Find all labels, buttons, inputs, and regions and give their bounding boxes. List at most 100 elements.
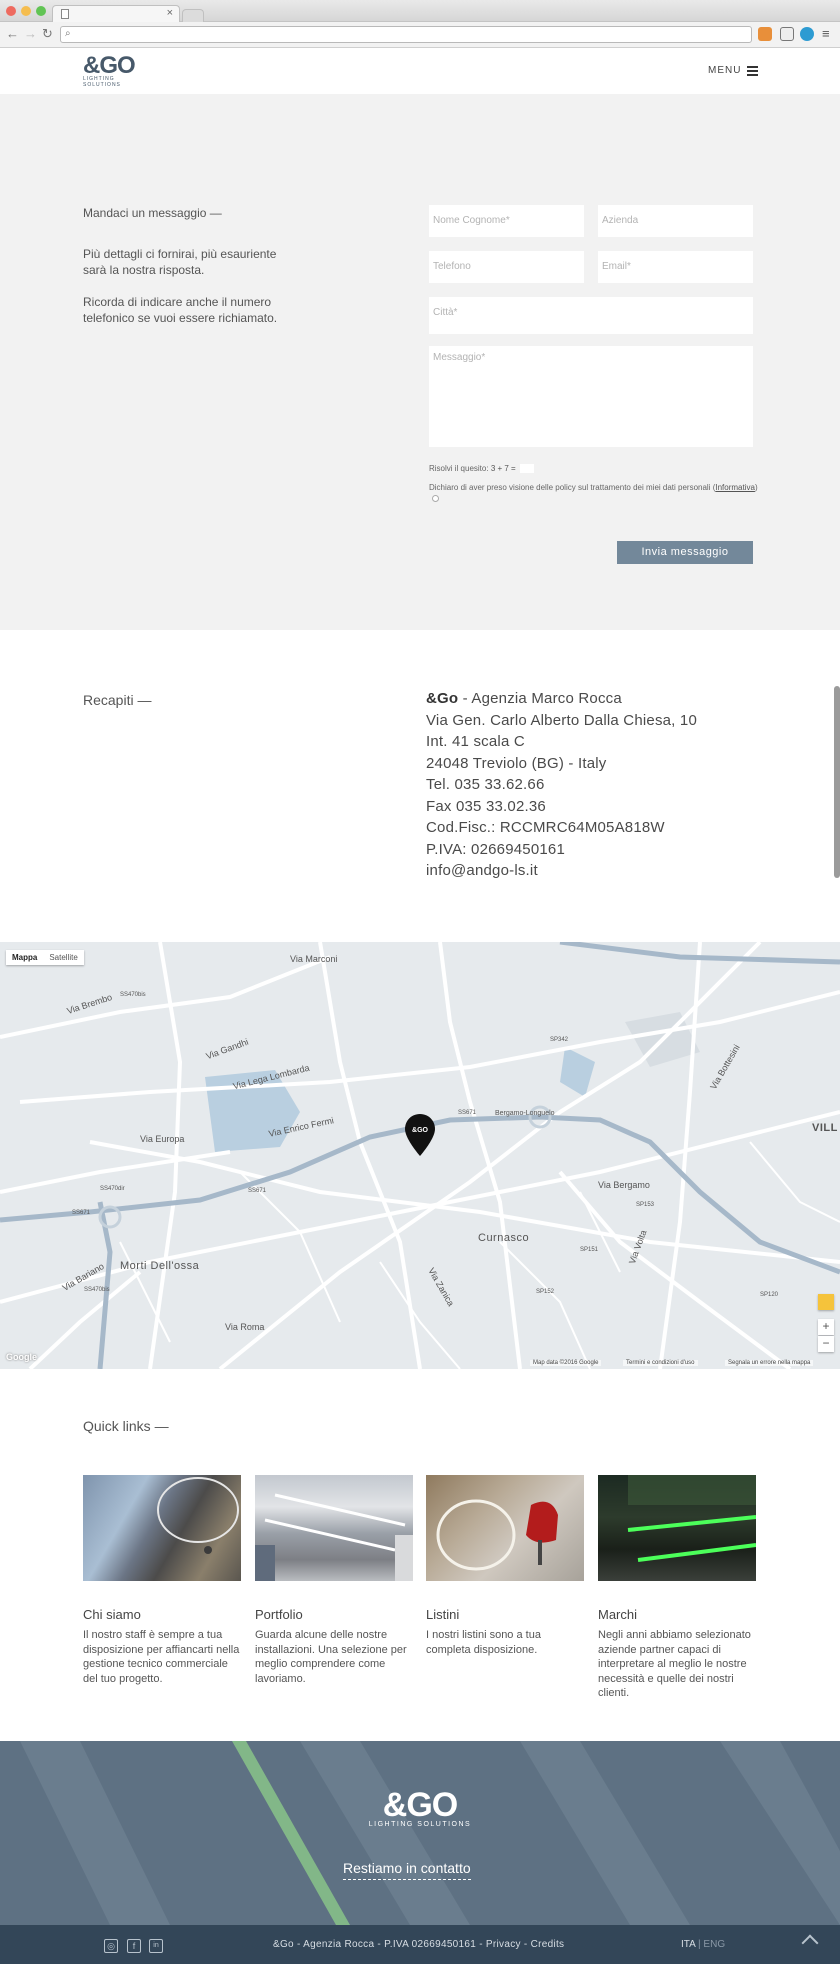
map-label: Via Bergamo	[598, 1180, 650, 1190]
marchi-image[interactable]	[598, 1475, 756, 1581]
map-report-link[interactable]: Segnala un errore nella mappa	[725, 1360, 814, 1366]
phone-number[interactable]: Tel. 035 33.62.66	[426, 774, 786, 796]
minimize-window-button[interactable]	[21, 6, 31, 16]
road-shield: SS671	[248, 1188, 267, 1194]
reload-icon[interactable]: ↻	[42, 26, 53, 42]
quick-link-name[interactable]: Portfolio	[255, 1607, 413, 1622]
zoom-out-button[interactable]: −	[818, 1336, 834, 1352]
road-shield: SS470bis	[84, 1287, 110, 1293]
vat-number: P.IVA: 02669450161	[426, 840, 566, 858]
forward-arrow-icon[interactable]: →	[24, 26, 37, 42]
chi-siamo-image[interactable]	[83, 1475, 241, 1581]
browser-menu-icon[interactable]: ≡	[822, 26, 830, 41]
form-title: Mandaci un messaggio —	[83, 206, 222, 220]
captcha-question: 3 + 7 =	[490, 464, 516, 473]
road-shield: SS671	[458, 1110, 477, 1116]
location-pin-icon[interactable]: &GO	[405, 1114, 435, 1156]
close-window-button[interactable]	[6, 6, 16, 16]
logo-wordmark: &GO	[83, 52, 136, 79]
address-bar[interactable]: ⌕	[60, 26, 752, 43]
footer-logo[interactable]: &GO LIGHTING SOLUTIONS	[365, 1786, 475, 1828]
road-shield: SP342	[550, 1037, 569, 1043]
quick-link-description: Il nostro staff è sempre a tua disposizi…	[83, 1629, 240, 1685]
map-type-map[interactable]: Mappa	[6, 950, 43, 965]
contact-us-link[interactable]: Restiamo in contatto	[343, 1860, 471, 1880]
send-message-button[interactable]: Invia messaggio	[617, 541, 753, 564]
screenshot-extension-icon[interactable]	[780, 27, 794, 41]
policy-link[interactable]: Informativa	[715, 483, 755, 492]
map-label: VILL	[812, 1122, 838, 1134]
menu-button[interactable]: MENU	[708, 65, 759, 76]
extension-icon[interactable]	[758, 27, 772, 41]
hamburger-icon	[747, 65, 759, 76]
section-scrollbar[interactable]	[834, 686, 840, 878]
back-arrow-icon[interactable]: ←	[6, 26, 19, 42]
map-type-control: Mappa Satellite	[6, 950, 84, 965]
road-shield: SP153	[636, 1202, 655, 1208]
copyright-line[interactable]: &Go - Agenzia Rocca - P.IVA 02669450161 …	[273, 1939, 564, 1950]
quick-link-description: I nostri listini sono a tua completa dis…	[426, 1629, 541, 1656]
company-field[interactable]: Azienda	[598, 205, 753, 237]
linkedin-icon[interactable]: in	[149, 1939, 163, 1953]
search-icon: ⌕	[65, 28, 71, 39]
tab-close-icon[interactable]: ×	[167, 7, 173, 19]
recapiti-title: Recapiti —	[83, 692, 152, 708]
map-type-satellite[interactable]: Satellite	[43, 950, 83, 965]
footer-background-graphic	[0, 1741, 840, 1925]
quick-link-description: Guarda alcune delle nostre installazioni…	[255, 1629, 407, 1685]
road-shield: SP120	[760, 1292, 779, 1298]
message-field[interactable]: Messaggio*	[429, 346, 753, 447]
lang-ita[interactable]: ITA	[681, 1939, 695, 1950]
svg-text:&GO: &GO	[412, 1127, 429, 1134]
brand-name: &Go	[426, 690, 459, 707]
quick-link-name[interactable]: Listini	[426, 1607, 584, 1622]
quick-link-name[interactable]: Chi siamo	[83, 1607, 241, 1622]
ring-light-chair-graphic	[436, 1499, 558, 1571]
road-shield: SP152	[536, 1289, 555, 1295]
footer-logo-wordmark: &GO	[382, 1786, 458, 1824]
map-label: Bergamo-Longuelo	[495, 1110, 555, 1117]
google-logo[interactable]: Google	[6, 1352, 37, 1362]
map-terms-link[interactable]: Termini e condizioni d'uso	[623, 1360, 698, 1366]
footer-banner: &GO LIGHTING SOLUTIONS Restiamo in conta…	[0, 1741, 840, 1925]
portfolio-image[interactable]	[255, 1475, 413, 1581]
page-icon	[61, 9, 69, 19]
browser-tab[interactable]: ×	[52, 5, 180, 22]
listini-image[interactable]	[426, 1475, 584, 1581]
facebook-icon[interactable]: f	[127, 1939, 141, 1953]
email-field[interactable]: Email*	[598, 251, 753, 283]
new-tab-button[interactable]	[182, 9, 204, 22]
fax-number: Fax 035 33.02.36	[426, 797, 546, 815]
zoom-in-button[interactable]: +	[818, 1319, 834, 1335]
extension-globe-icon[interactable]	[800, 27, 814, 41]
privacy-checkbox[interactable]	[432, 495, 439, 503]
address-block: &Go - Agenzia Marco Rocca Via Gen. Carlo…	[426, 688, 786, 882]
quick-link-listini[interactable]: Listini I nostri listini sono a tua comp…	[426, 1475, 584, 1657]
instagram-icon[interactable]: ◎	[104, 1939, 118, 1953]
phone-field[interactable]: Telefono	[429, 251, 584, 283]
back-to-top-icon[interactable]	[801, 1934, 819, 1952]
address-street: Via Gen. Carlo Alberto Dalla Chiesa, 10	[426, 711, 698, 729]
road-shield: SS470bis	[120, 992, 146, 998]
lang-eng[interactable]: ENG	[703, 1939, 725, 1950]
quick-link-name[interactable]: Marchi	[598, 1607, 756, 1622]
form-intro-1: Più dettagli ci fornirai, più esauriente…	[83, 247, 277, 277]
map-label: Via Marconi	[290, 954, 338, 964]
site-logo[interactable]: &GO LIGHTING SOLUTIONS	[83, 52, 153, 89]
street-view-pegman-icon[interactable]	[818, 1294, 834, 1310]
zoom-window-button[interactable]	[36, 6, 46, 16]
email-link[interactable]: info@andgo-ls.it	[426, 860, 786, 882]
quick-link-description: Negli anni abbiamo selezionato aziende p…	[598, 1629, 751, 1699]
linear-lights-graphic	[255, 1493, 413, 1581]
quick-links-title: Quick links —	[83, 1418, 169, 1434]
captcha-input[interactable]	[519, 464, 534, 474]
name-field[interactable]: Nome Cognome*	[429, 205, 584, 237]
map-label: Morti Dell'ossa	[120, 1260, 200, 1272]
city-field[interactable]: Città*	[429, 297, 753, 334]
map-label: Via Roma	[225, 1322, 265, 1332]
quick-link-chi-siamo[interactable]: Chi siamo Il nostro staff è sempre a tua…	[83, 1475, 241, 1686]
quick-link-marchi[interactable]: Marchi Negli anni abbiamo selezionato az…	[598, 1475, 756, 1701]
tax-code: Cod.Fisc.: RCCMRC64M05A818W	[426, 819, 665, 836]
quick-link-portfolio[interactable]: Portfolio Guarda alcune delle nostre ins…	[255, 1475, 413, 1686]
green-led-steps-graphic	[627, 1475, 756, 1562]
